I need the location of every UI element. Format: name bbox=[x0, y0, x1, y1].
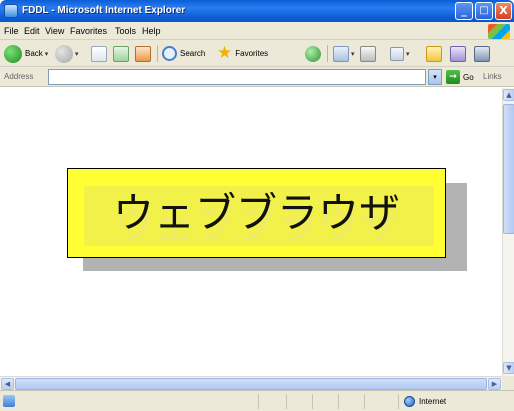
scroll-down-icon[interactable]: ▼ bbox=[503, 362, 514, 374]
search-icon bbox=[162, 46, 177, 61]
status-cell bbox=[312, 394, 313, 409]
edit-dropdown-icon[interactable]: ▾ bbox=[406, 50, 410, 58]
security-zone: Internet bbox=[404, 396, 446, 407]
messenger-icon bbox=[450, 45, 466, 62]
status-cell bbox=[286, 394, 287, 409]
media-button[interactable] bbox=[305, 43, 321, 64]
windows-logo-icon bbox=[488, 24, 510, 39]
window-title: FDDL - Microsoft Internet Explorer bbox=[22, 5, 186, 16]
address-bar: Address ▾ → Go Links bbox=[0, 67, 514, 87]
scroll-up-icon[interactable]: ▲ bbox=[503, 89, 514, 101]
back-label: Back bbox=[25, 49, 43, 58]
address-label: Address bbox=[4, 72, 34, 81]
forward-button[interactable]: ▾ bbox=[55, 43, 79, 64]
menu-favorites[interactable]: Favorites bbox=[70, 26, 107, 36]
refresh-icon bbox=[113, 45, 129, 62]
scrollbar-corner bbox=[502, 376, 514, 390]
media-icon bbox=[305, 45, 321, 62]
internet-explorer-icon bbox=[4, 4, 18, 18]
menu-bar: File Edit View Favorites Tools Help bbox=[0, 22, 514, 40]
page-status-icon bbox=[3, 395, 15, 407]
history-icon bbox=[333, 45, 349, 62]
address-input[interactable] bbox=[48, 69, 426, 85]
address-dropdown-icon[interactable]: ▾ bbox=[428, 69, 442, 85]
favorites-label: Favorites bbox=[235, 49, 269, 58]
folder-button[interactable] bbox=[426, 43, 442, 64]
go-arrow-icon: → bbox=[446, 70, 460, 84]
print-icon bbox=[360, 45, 376, 62]
status-cell bbox=[258, 394, 259, 409]
go-button[interactable]: → Go bbox=[446, 70, 474, 84]
toolbar-separator bbox=[157, 45, 158, 62]
menu-help[interactable]: Help bbox=[142, 26, 161, 36]
title-bar[interactable]: FDDL - Microsoft Internet Explorer _ □ X bbox=[0, 0, 514, 22]
menu-view[interactable]: View bbox=[45, 26, 64, 36]
history-dropdown-icon[interactable]: ▾ bbox=[351, 50, 355, 58]
status-bar: Internet bbox=[0, 390, 514, 411]
print-button[interactable] bbox=[360, 43, 376, 64]
favorites-button[interactable]: ★ Favorites bbox=[217, 43, 268, 64]
status-cell bbox=[338, 394, 339, 409]
go-label: Go bbox=[463, 72, 474, 82]
zone-label: Internet bbox=[419, 397, 447, 406]
horizontal-scroll-thumb[interactable] bbox=[15, 378, 487, 390]
stop-icon bbox=[91, 45, 107, 62]
menu-tools[interactable]: Tools bbox=[115, 26, 136, 36]
minimize-button[interactable]: _ bbox=[455, 2, 473, 20]
close-button[interactable]: X bbox=[495, 2, 512, 20]
word-edit-icon bbox=[390, 46, 404, 61]
status-cell bbox=[364, 394, 365, 409]
search-button[interactable]: Search bbox=[162, 43, 205, 64]
links-button[interactable]: Links bbox=[483, 72, 502, 81]
forward-dropdown-icon[interactable]: ▾ bbox=[75, 50, 79, 58]
research-button[interactable] bbox=[474, 43, 490, 64]
edit-button[interactable]: ▾ bbox=[390, 43, 410, 64]
banner-text: ウェブブラウザ bbox=[113, 189, 400, 237]
back-button[interactable]: Back ▾ bbox=[4, 43, 48, 64]
toolbar: Back ▾ ▾ Search ★ Favorites ▾ ▾ bbox=[0, 40, 514, 67]
menu-edit[interactable]: Edit bbox=[24, 26, 40, 36]
vertical-scroll-thumb[interactable] bbox=[503, 104, 514, 234]
stop-button[interactable] bbox=[91, 43, 107, 64]
messenger-button[interactable] bbox=[450, 43, 466, 64]
folder-icon bbox=[426, 45, 442, 62]
scroll-left-icon[interactable]: ◀ bbox=[1, 378, 14, 390]
favorites-star-icon: ★ bbox=[217, 43, 233, 63]
research-icon bbox=[474, 45, 490, 62]
home-button[interactable] bbox=[135, 43, 151, 64]
toolbar-separator bbox=[327, 45, 328, 62]
forward-arrow-icon bbox=[55, 44, 73, 63]
home-icon bbox=[135, 45, 151, 62]
scroll-right-icon[interactable]: ▶ bbox=[488, 378, 501, 390]
status-cell bbox=[398, 394, 399, 409]
vertical-scrollbar[interactable]: ▲ ▼ bbox=[502, 88, 514, 376]
back-arrow-icon bbox=[4, 44, 22, 63]
history-button[interactable]: ▾ bbox=[333, 43, 355, 64]
refresh-button[interactable] bbox=[113, 43, 129, 64]
internet-globe-icon bbox=[404, 396, 415, 407]
menu-file[interactable]: File bbox=[4, 26, 19, 36]
maximize-button[interactable]: □ bbox=[475, 2, 493, 20]
horizontal-scrollbar[interactable]: ◀ ▶ bbox=[0, 376, 502, 390]
back-dropdown-icon[interactable]: ▾ bbox=[45, 50, 49, 58]
search-label: Search bbox=[180, 49, 206, 58]
